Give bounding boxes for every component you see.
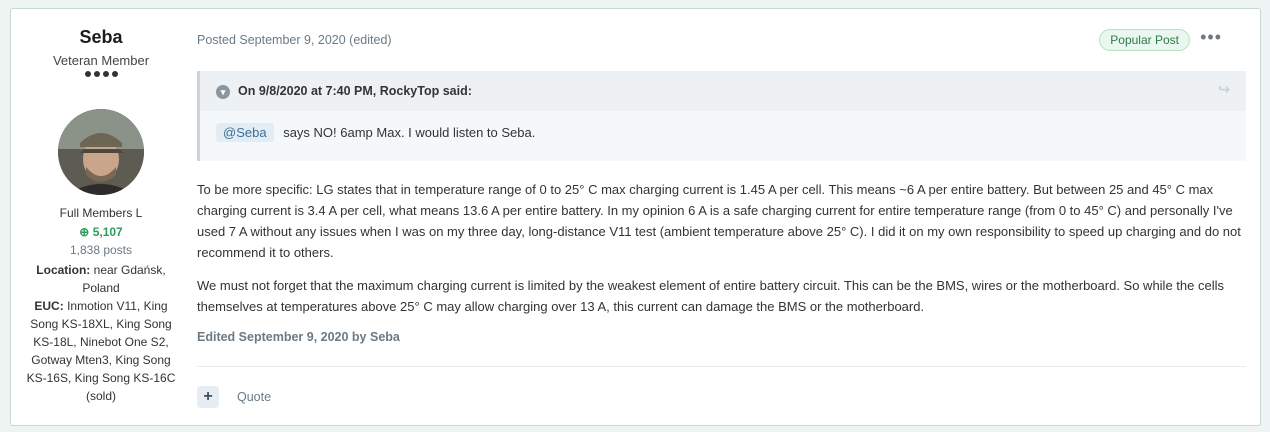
rank-pip: [111, 71, 118, 77]
quote-header: ▾ On 9/8/2020 at 7:40 PM, RockyTop said:…: [200, 71, 1246, 111]
euc-field: EUC: Inmotion V11, King Song KS-18XL, Ki…: [23, 297, 179, 405]
post-paragraph: To be more specific: LG states that in t…: [197, 182, 1241, 260]
divider: [197, 366, 1246, 367]
reputation-count: 5,107: [92, 225, 123, 239]
author-title: Veteran Member: [52, 53, 150, 68]
rank-pip: [102, 71, 109, 77]
go-to-quote-icon[interactable]: ↪: [1218, 81, 1230, 98]
reputation-plus-icon: ⊕: [79, 225, 90, 239]
rank-pips: [11, 71, 191, 77]
author-name[interactable]: Seba: [11, 27, 191, 48]
post-count: 1,838 posts: [69, 243, 133, 257]
author-group: Full Members L: [59, 206, 143, 220]
post-paragraph: We must not forget that the maximum char…: [197, 278, 1224, 314]
quote-button[interactable]: Quote: [237, 390, 271, 404]
post-date[interactable]: Posted September 9, 2020 (edited): [197, 33, 392, 47]
author-panel: Seba Veteran Member Full Members L ⊕ 5,1…: [11, 9, 191, 425]
euc-value: Inmotion V11, King Song KS-18XL, King So…: [26, 299, 176, 403]
user-mention[interactable]: @Seba: [216, 123, 274, 142]
react-button[interactable]: +: [197, 386, 219, 408]
avatar[interactable]: [58, 109, 144, 195]
location-value: near Gdańsk, Poland: [82, 263, 166, 295]
rank-pip: [93, 71, 100, 77]
location-field: Location: near Gdańsk, Poland: [23, 261, 179, 297]
forum-post: Seba Veteran Member Full Members L ⊕ 5,1…: [10, 8, 1261, 426]
location-label: Location:: [36, 263, 91, 277]
quote-citation: On 9/8/2020 at 7:40 PM, RockyTop said:: [238, 84, 472, 98]
popular-post-badge: Popular Post: [1099, 29, 1190, 51]
collapse-quote-icon[interactable]: ▾: [216, 85, 230, 99]
author-info: Location: near Gdańsk, Poland EUC: Inmot…: [23, 261, 179, 405]
post-content: Posted September 9, 2020 (edited) Popula…: [197, 9, 1246, 425]
quote-text: says NO! 6amp Max. I would listen to Seb…: [283, 125, 536, 140]
more-options-icon[interactable]: •••: [1200, 27, 1222, 48]
euc-label: EUC:: [34, 299, 64, 313]
reputation: ⊕ 5,107: [11, 225, 191, 239]
edited-note: Edited September 9, 2020 by Seba: [197, 330, 400, 344]
quote-body: @Seba says NO! 6amp Max. I would listen …: [216, 123, 535, 142]
quoted-post: ▾ On 9/8/2020 at 7:40 PM, RockyTop said:…: [197, 71, 1246, 161]
rank-pip: [84, 71, 91, 77]
